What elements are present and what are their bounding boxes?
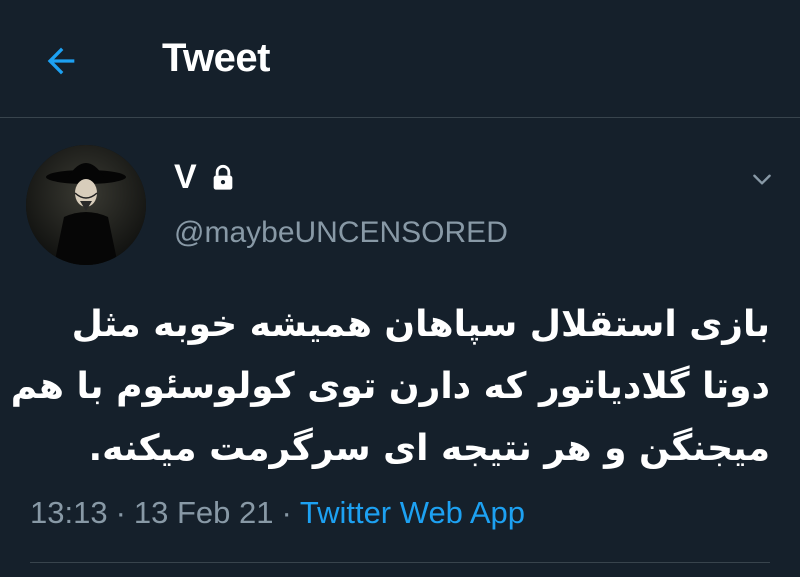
tweet-metadata: 13:13 · 13 Feb 21 · Twitter Web App	[30, 495, 525, 531]
arrow-left-icon	[47, 47, 75, 75]
top-bar: Tweet	[0, 0, 800, 118]
tweet-text-line: بازی استقلال سپاهان همیشه خوبه مثل	[71, 304, 770, 345]
avatar[interactable]	[26, 145, 146, 265]
author-name-row: V	[174, 158, 237, 197]
tweet-time[interactable]: 13:13	[30, 495, 108, 530]
tweet-text-line: میجنگن و هر نتیجه ای سرگرمت میکنه.	[88, 428, 770, 469]
tweet-menu-button[interactable]	[745, 162, 779, 196]
meta-separator: ·	[281, 495, 292, 530]
chevron-down-icon	[753, 174, 771, 185]
lock-icon	[209, 164, 237, 192]
author-display-name[interactable]: V	[174, 158, 197, 197]
tweet-text-line: دوتا گلادیاتور که دارن توی کولوسئوم با ه…	[10, 366, 770, 407]
back-button[interactable]	[38, 38, 84, 84]
page-title: Tweet	[162, 36, 270, 80]
divider	[30, 562, 770, 563]
tweet-source-link[interactable]: Twitter Web App	[300, 495, 525, 530]
author-handle[interactable]: @maybeUNCENSORED	[174, 216, 508, 250]
tweet-date[interactable]: 13 Feb 21	[134, 495, 274, 530]
meta-separator: ·	[115, 495, 126, 530]
tweet-text: بازی استقلال سپاهان همیشه خوبه مثل دوتا …	[10, 294, 770, 480]
avatar-image	[26, 145, 146, 265]
